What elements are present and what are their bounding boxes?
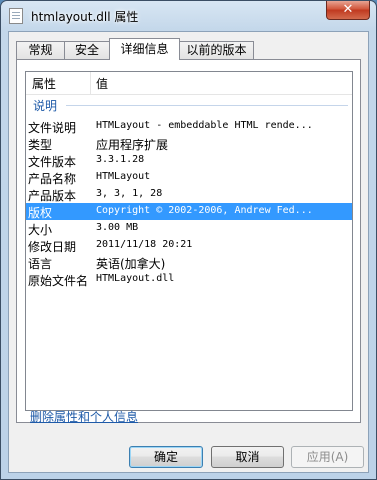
detail-row-size[interactable]: 大小 3.00 MB — [26, 220, 352, 237]
detail-row-file-version[interactable]: 文件版本 3.3.1.28 — [26, 152, 352, 169]
tab-security[interactable]: 安全 — [64, 41, 110, 59]
apply-button[interactable]: 应用(A) — [291, 446, 364, 468]
group-divider — [66, 105, 348, 106]
row-value: 3, 3, 1, 28 — [96, 188, 163, 199]
group-header-description: 说明 — [32, 97, 348, 113]
row-key: 产品名称 — [28, 172, 77, 186]
list-header: 属性 值 — [26, 72, 352, 95]
cancel-button[interactable]: 取消 — [211, 446, 284, 468]
row-key: 语言 — [28, 257, 53, 271]
column-header-value[interactable]: 值 — [96, 75, 108, 92]
details-list[interactable]: 属性 值 说明 文件说明 HTMLayout - embeddable HTML… — [25, 71, 353, 411]
ok-button[interactable]: 确定 — [129, 446, 203, 468]
row-value: 英语(加拿大) — [96, 257, 166, 271]
column-divider[interactable] — [90, 72, 91, 94]
close-button[interactable]: ✕ — [326, 1, 370, 20]
detail-row-file-description[interactable]: 文件说明 HTMLayout - embeddable HTML rende..… — [26, 118, 352, 135]
window-title: htmlayout.dll 属性 — [31, 10, 139, 24]
detail-row-language[interactable]: 语言 英语(加拿大) — [26, 254, 352, 271]
detail-row-copyright[interactable]: 版权 Copyright © 2002-2006, Andrew Fed... — [26, 203, 352, 220]
row-key: 版权 — [28, 206, 53, 220]
tab-previous-versions[interactable]: 以前的版本 — [179, 41, 254, 59]
detail-row-product-version[interactable]: 产品版本 3, 3, 1, 28 — [26, 186, 352, 203]
row-key: 文件版本 — [28, 155, 77, 169]
row-value: HTMLayout — [96, 171, 151, 182]
row-value: HTMLayout - embeddable HTML rende... — [96, 120, 313, 131]
close-icon: ✕ — [342, 2, 354, 17]
row-key: 类型 — [28, 138, 53, 152]
row-value: HTMLayout.dll — [96, 273, 175, 284]
row-key: 原始文件名 — [28, 274, 89, 288]
row-key: 产品版本 — [28, 189, 77, 203]
properties-window: htmlayout.dll 属性 ✕ 常规 安全 详细信息 以前的版本 属性 值… — [0, 0, 377, 480]
title-bar[interactable]: htmlayout.dll 属性 ✕ — [1, 1, 376, 31]
row-value: Copyright © 2002-2006, Andrew Fed... — [96, 205, 313, 216]
group-label: 说明 — [33, 99, 58, 113]
detail-row-type[interactable]: 类型 应用程序扩展 — [26, 135, 352, 152]
details-panel: 属性 值 说明 文件说明 HTMLayout - embeddable HTML… — [16, 59, 361, 423]
column-header-property[interactable]: 属性 — [32, 75, 56, 92]
tab-details[interactable]: 详细信息 — [109, 38, 180, 60]
row-key: 文件说明 — [28, 121, 77, 135]
remove-properties-link[interactable]: 删除属性和个人信息 — [30, 408, 138, 425]
row-value: 3.00 MB — [96, 222, 139, 233]
row-value: 3.3.1.28 — [96, 154, 145, 165]
dialog-client: 常规 安全 详细信息 以前的版本 属性 值 说明 文件说明 HTMLayout … — [8, 31, 369, 473]
tab-general[interactable]: 常规 — [16, 41, 65, 59]
detail-row-product-name[interactable]: 产品名称 HTMLayout — [26, 169, 352, 186]
row-key: 修改日期 — [28, 240, 77, 254]
row-value: 应用程序扩展 — [96, 138, 169, 152]
row-value: 2011/11/18 20:21 — [96, 239, 193, 250]
detail-row-original-filename[interactable]: 原始文件名 HTMLayout.dll — [26, 271, 352, 288]
row-key: 大小 — [28, 223, 53, 237]
detail-row-date-modified[interactable]: 修改日期 2011/11/18 20:21 — [26, 237, 352, 254]
file-icon — [9, 8, 23, 24]
